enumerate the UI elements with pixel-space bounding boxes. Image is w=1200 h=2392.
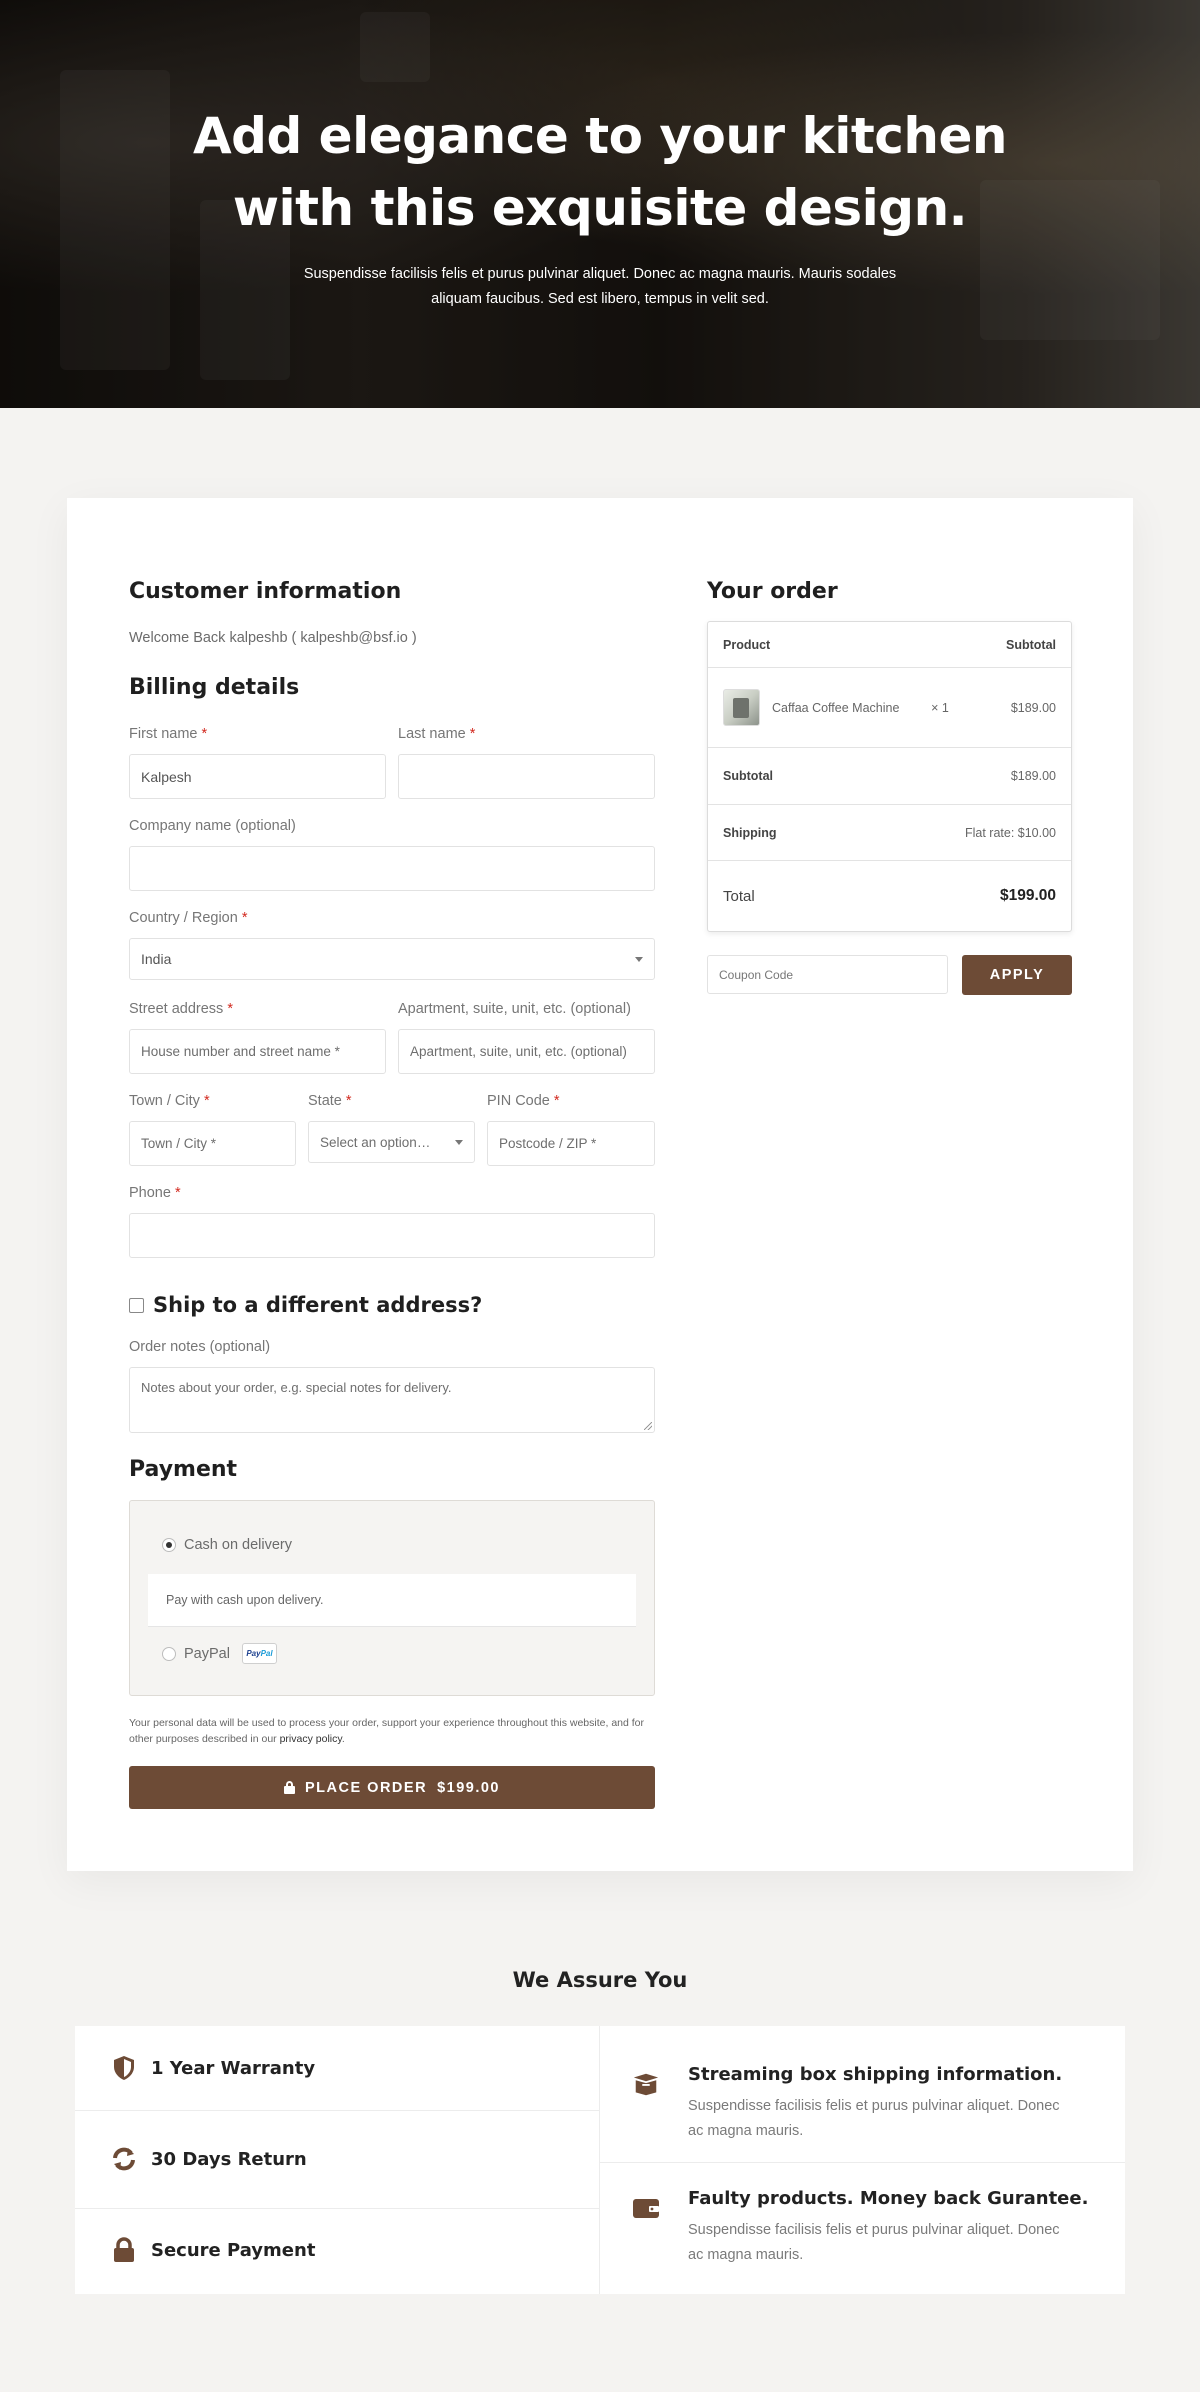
checkout-card: Customer information Welcome Back kalpes… xyxy=(67,498,1133,1871)
lock-icon xyxy=(284,1781,296,1794)
order-item-row: Caffaa Coffee Machine × 1 $189.00 xyxy=(708,668,1071,748)
place-order-label: PLACE ORDER xyxy=(305,1779,428,1796)
subtotal-value: $189.00 xyxy=(1010,769,1056,783)
ship-different-label[interactable]: Ship to a different address? xyxy=(153,1293,482,1317)
country-label: Country / Region * xyxy=(129,910,248,926)
payment-option-label[interactable]: PayPal xyxy=(184,1646,230,1662)
order-summary-table: Product Subtotal Caffaa Coffee Machine ×… xyxy=(707,621,1072,932)
billing-title: Billing details xyxy=(129,675,300,700)
first-name-label: First name * xyxy=(129,726,208,742)
assure-warranty-label: 1 Year Warranty xyxy=(151,2057,316,2079)
total-row: Total $199.00 xyxy=(708,861,1071,931)
payment-option-label[interactable]: Cash on delivery xyxy=(184,1537,292,1553)
feature-money-back-desc: Suspendisse facilisis felis et purus pul… xyxy=(688,2222,1060,2263)
privacy-notice: Your personal data will be used to proce… xyxy=(129,1717,645,1745)
pin-label: PIN Code * xyxy=(487,1093,560,1109)
last-name-label: Last name * xyxy=(398,726,476,742)
order-table-header: Product Subtotal xyxy=(708,622,1071,668)
apartment-label: Apartment, suite, unit, etc. (optional) xyxy=(398,1001,631,1017)
order-notes-placeholder: Notes about your order, e.g. special not… xyxy=(141,1380,452,1395)
apartment-field[interactable]: Apartment, suite, unit, etc. (optional) xyxy=(398,1029,655,1074)
order-notes-textarea[interactable]: Notes about your order, e.g. special not… xyxy=(129,1367,655,1433)
radio-unselected-icon[interactable] xyxy=(162,1646,176,1661)
ship-different-checkbox[interactable] xyxy=(129,1297,144,1313)
refresh-icon xyxy=(111,2146,137,2172)
feature-money-back: Faulty products. Money back Gurantee. Su… xyxy=(632,2188,1112,2268)
col-product: Product xyxy=(723,637,771,652)
assure-return-label: 30 Days Return xyxy=(151,2148,307,2170)
pin-field[interactable]: Postcode / ZIP * xyxy=(487,1121,655,1166)
wallet-icon xyxy=(632,2194,660,2222)
paypal-logo-icon: Pay Pal xyxy=(241,1643,277,1664)
payment-option-paypal[interactable]: PayPal Pay Pal xyxy=(162,1643,277,1664)
subtotal-label: Subtotal xyxy=(723,769,773,783)
phone-field[interactable] xyxy=(129,1213,655,1258)
town-field[interactable]: Town / City * xyxy=(129,1121,296,1166)
last-name-field[interactable] xyxy=(398,754,655,799)
ship-different-row[interactable]: Ship to a different address? xyxy=(129,1293,482,1317)
shipping-value: Flat rate: $10.00 xyxy=(964,825,1056,840)
shield-icon xyxy=(111,2055,137,2081)
box-icon xyxy=(632,2070,660,2098)
hero-title-line2: with this exquisite design. xyxy=(232,179,968,237)
feature-shipping-desc: Suspendisse facilisis felis et purus pul… xyxy=(688,2098,1060,2139)
place-order-amount: $199.00 xyxy=(437,1779,500,1796)
phone-label: Phone * xyxy=(129,1185,181,1201)
hero-subtitle-line1: Suspendisse facilisis felis et purus pul… xyxy=(303,266,897,282)
street-field[interactable]: House number and street name * xyxy=(129,1029,386,1074)
assure-warranty: 1 Year Warranty xyxy=(111,2055,315,2081)
state-placeholder: Select an option… xyxy=(320,1134,431,1150)
coupon-input[interactable]: Coupon Code xyxy=(707,955,948,994)
payment-option-cod[interactable]: Cash on delivery xyxy=(162,1537,292,1553)
assure-secure-label: Secure Payment xyxy=(151,2239,316,2261)
shipping-label: Shipping xyxy=(723,825,777,840)
assure-return: 30 Days Return xyxy=(111,2146,307,2172)
payment-title: Payment xyxy=(129,1457,238,1482)
assure-title: We Assure You xyxy=(512,1968,688,1992)
customer-info-title: Customer information xyxy=(129,579,402,604)
payment-methods-box: Cash on delivery Pay with cash upon deli… xyxy=(129,1500,655,1696)
state-label: State * xyxy=(308,1093,352,1109)
chevron-down-icon xyxy=(455,1139,463,1145)
welcome-text: Welcome Back kalpeshb ( kalpeshb@bsf.io … xyxy=(129,630,417,646)
company-label: Company name (optional) xyxy=(129,818,296,834)
apply-coupon-button[interactable]: APPLY xyxy=(962,955,1072,995)
radio-selected-icon[interactable] xyxy=(162,1538,176,1552)
total-label: Total xyxy=(723,887,755,905)
assure-box: 1 Year Warranty 30 Days Return Secure Pa… xyxy=(75,2026,1125,2294)
col-subtotal: Subtotal xyxy=(1006,637,1056,652)
hero-title: Add elegance to your kitchen with this e… xyxy=(150,100,1050,244)
lock-icon xyxy=(111,2237,137,2263)
company-field[interactable] xyxy=(129,846,655,891)
town-label: Town / City * xyxy=(129,1093,210,1109)
street-label: Street address * xyxy=(129,1001,233,1017)
feature-shipping-title: Streaming box shipping information. xyxy=(688,2064,1063,2085)
hero-banner: Add elegance to your kitchen with this e… xyxy=(0,0,1200,408)
country-select[interactable]: India xyxy=(129,938,655,980)
total-value: $199.00 xyxy=(999,887,1056,904)
privacy-policy-link[interactable]: privacy policy xyxy=(280,1733,342,1745)
your-order-title: Your order xyxy=(707,579,838,604)
hero-subtitle: Suspendisse facilisis felis et purus pul… xyxy=(270,262,930,312)
hero-subtitle-line2: aliquam faucibus. Sed est libero, tempus… xyxy=(431,291,769,307)
place-order-button[interactable]: PLACE ORDER $199.00 xyxy=(129,1766,655,1809)
product-price: $189.00 xyxy=(1010,700,1056,715)
product-name: Caffaa Coffee Machine xyxy=(772,700,900,715)
payment-description: Pay with cash upon delivery. xyxy=(148,1574,636,1627)
country-value: India xyxy=(141,951,172,967)
hero-title-line1: Add elegance to your kitchen xyxy=(192,107,1008,165)
feature-shipping: Streaming box shipping information. Susp… xyxy=(632,2064,1112,2144)
subtotal-row: Subtotal $189.00 xyxy=(708,748,1071,805)
shipping-row: Shipping Flat rate: $10.00 xyxy=(708,805,1071,861)
first-name-field[interactable]: Kalpesh xyxy=(129,754,386,799)
feature-money-back-title: Faulty products. Money back Gurantee. xyxy=(688,2188,1089,2209)
product-thumbnail[interactable] xyxy=(723,689,760,726)
assure-secure: Secure Payment xyxy=(111,2237,315,2263)
resize-handle-icon[interactable] xyxy=(644,1422,652,1430)
state-select[interactable]: Select an option… xyxy=(308,1121,475,1163)
chevron-down-icon xyxy=(635,956,643,962)
product-qty: × 1 xyxy=(931,700,949,715)
order-notes-label: Order notes (optional) xyxy=(129,1339,271,1355)
